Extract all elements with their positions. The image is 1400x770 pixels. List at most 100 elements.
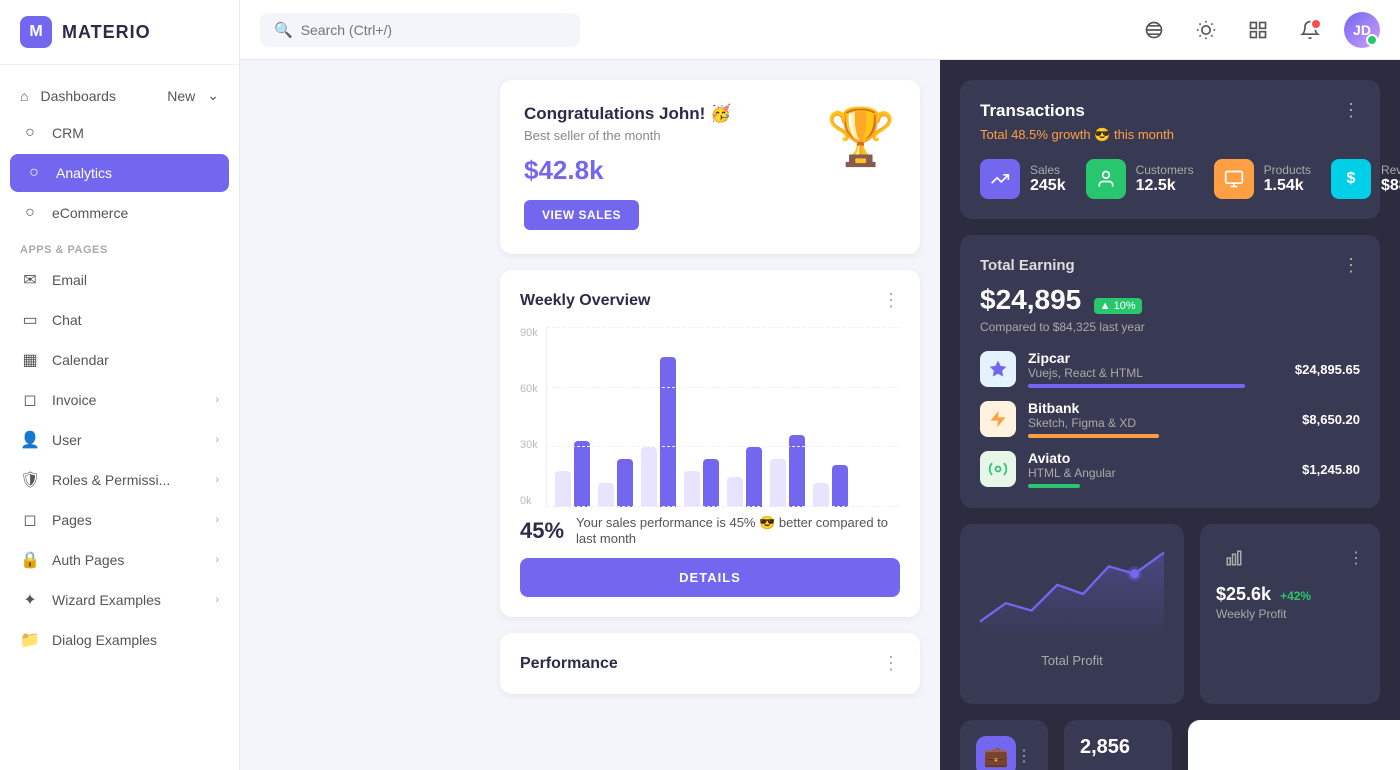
earning-item-bitbank: Bitbank Sketch, Figma & XD $8,650.20 — [980, 400, 1360, 438]
calendar-icon: ▦ — [20, 350, 40, 370]
bar-fri-purple — [746, 447, 762, 507]
customers-value: 12.5k — [1136, 177, 1194, 195]
shield-icon: 🛡 — [20, 470, 40, 490]
sidebar-item-chat[interactable]: ▭ Chat — [0, 300, 239, 340]
translate-icon[interactable] — [1136, 12, 1172, 48]
chevron-right-icon: › — [215, 434, 219, 446]
sidebar-item-dialog[interactable]: 📁 Dialog Examples — [0, 620, 239, 660]
sidebar-item-crm[interactable]: ○ CRM — [0, 114, 239, 152]
sidebar-item-label: Calendar — [52, 352, 219, 368]
wizard-icon: ✦ — [20, 590, 40, 610]
sidebar-item-label: eCommerce — [52, 205, 219, 221]
sidebar-item-ecommerce[interactable]: ○ eCommerce — [0, 194, 239, 232]
search-icon: 🔍 — [274, 21, 293, 39]
bar-mon-purple — [574, 441, 590, 507]
bar-thu-light — [684, 471, 700, 507]
transactions-subtitle: Total 48.5% growth 😎 this month — [980, 127, 1360, 143]
sidebar-item-email[interactable]: ✉ Email — [0, 260, 239, 300]
new-project-more-icon[interactable]: ⋮ — [1016, 746, 1032, 766]
bar-sat-purple — [789, 435, 805, 507]
weekly-profit-label: Weekly Profit — [1216, 607, 1364, 621]
sidebar-item-label: Pages — [52, 512, 203, 528]
search-input[interactable] — [301, 22, 566, 38]
details-button[interactable]: DETAILS — [520, 558, 900, 597]
bar-group-sat — [770, 435, 805, 507]
chart-dot-outer — [1127, 566, 1142, 581]
sidebar-item-user[interactable]: 👤 User › — [0, 420, 239, 460]
performance-more-icon[interactable]: ⋮ — [882, 653, 900, 674]
chevron-down-icon: ⌄ — [207, 87, 219, 104]
sidebar-item-label: Dialog Examples — [52, 632, 219, 648]
congrats-title: Congratulations John! 🥳 — [524, 104, 731, 124]
congrats-card: Congratulations John! 🥳 Best seller of t… — [500, 80, 920, 254]
stat-customers-info: Customers 12.5k — [1136, 163, 1194, 195]
sidebar-item-dashboards[interactable]: ⌂ Dashboards New ⌄ — [0, 77, 239, 114]
total-profit-chart-card: Total Profit — [960, 524, 1184, 704]
bar-thu-purple — [703, 459, 719, 507]
weekly-profit-more-icon[interactable]: ⋮ — [1348, 548, 1364, 568]
congrats-info: Congratulations John! 🥳 Best seller of t… — [524, 104, 731, 230]
y-label-60k: 60k — [520, 383, 538, 395]
chevron-right-icon: › — [215, 514, 219, 526]
sales-icon — [980, 159, 1020, 199]
bar-group-fri — [727, 447, 762, 507]
sun-icon[interactable] — [1188, 12, 1224, 48]
weekly-profit-growth: +42% — [1280, 589, 1311, 603]
sidebar-item-wizard[interactable]: ✦ Wizard Examples › — [0, 580, 239, 620]
user-icon: 👤 — [20, 430, 40, 450]
zipcar-info: Zipcar Vuejs, React & HTML — [1028, 350, 1283, 388]
invoice-icon: ◻ — [20, 390, 40, 410]
bitbank-amount: $8,650.20 — [1302, 412, 1360, 427]
home-icon: ⌂ — [20, 88, 28, 104]
congrats-amount: $42.8k — [524, 155, 731, 186]
trophy-icon: 🏆 — [826, 104, 896, 170]
bar-wed-purple — [660, 357, 676, 507]
sidebar-item-label: Chat — [52, 312, 219, 328]
transactions-card: Transactions ⋮ Total 48.5% growth 😎 this… — [960, 80, 1380, 219]
chevron-right-icon: › — [215, 594, 219, 606]
zipcar-name: Zipcar — [1028, 350, 1283, 366]
view-sales-button[interactable]: VIEW SALES — [524, 200, 639, 230]
earning-item-zipcar: Zipcar Vuejs, React & HTML $24,895.65 — [980, 350, 1360, 388]
sidebar-item-label: CRM — [52, 125, 219, 141]
apps-pages-label: APPS & PAGES — [0, 232, 239, 260]
bar-group-sun — [813, 465, 848, 507]
earning-more-icon[interactable]: ⋮ — [1342, 255, 1360, 276]
earning-amount-row: $24,895 ▲ 10% — [980, 284, 1360, 316]
new-project-header: 💼 ⋮ — [976, 736, 1032, 770]
circle-icon: ○ — [20, 124, 40, 142]
bitbank-progress-fill — [1028, 434, 1159, 438]
avatar[interactable]: JD — [1344, 12, 1380, 48]
sidebar-item-pages[interactable]: ◻ Pages › — [0, 500, 239, 540]
notification-icon[interactable] — [1292, 12, 1328, 48]
weekly-profit-header: ⋮ — [1216, 540, 1364, 576]
zipcar-icon — [980, 351, 1016, 387]
weekly-more-icon[interactable]: ⋮ — [882, 290, 900, 311]
sidebar-item-label: Roles & Permissi... — [52, 472, 203, 488]
sidebar-item-roles[interactable]: 🛡 Roles & Permissi... › — [0, 460, 239, 500]
weekly-title: Weekly Overview — [520, 292, 650, 310]
bar-sun-light — [813, 483, 829, 507]
transactions-more-icon[interactable]: ⋮ — [1342, 100, 1360, 121]
aviato-name: Aviato — [1028, 450, 1290, 466]
bar-fri-light — [727, 477, 743, 507]
weekly-header: Weekly Overview ⋮ — [520, 290, 900, 311]
transactions-title: Transactions — [980, 101, 1085, 121]
sidebar-item-analytics[interactable]: ○ Analytics — [10, 154, 229, 192]
bitbank-icon — [980, 401, 1016, 437]
earning-header: Total Earning ⋮ — [980, 255, 1360, 276]
search-bar[interactable]: 🔍 — [260, 13, 580, 47]
dashboards-label: Dashboards — [40, 88, 155, 104]
weekly-profit-card: ⋮ $25.6k +42% Weekly Profit — [1200, 524, 1380, 704]
earning-title: Total Earning — [980, 257, 1075, 274]
tech-logos-card: N TS JS — [1188, 720, 1400, 770]
grid-icon[interactable] — [1240, 12, 1276, 48]
sidebar-item-auth[interactable]: 🔒 Auth Pages › — [0, 540, 239, 580]
sidebar-item-invoice[interactable]: ◻ Invoice › — [0, 380, 239, 420]
bar-group-thu — [684, 459, 719, 507]
sidebar-item-label: Auth Pages — [52, 552, 203, 568]
zipcar-sub: Vuejs, React & HTML — [1028, 366, 1283, 380]
stat-sales: Sales 245k — [980, 159, 1066, 199]
products-value: 1.54k — [1264, 177, 1311, 195]
sidebar-item-calendar[interactable]: ▦ Calendar — [0, 340, 239, 380]
